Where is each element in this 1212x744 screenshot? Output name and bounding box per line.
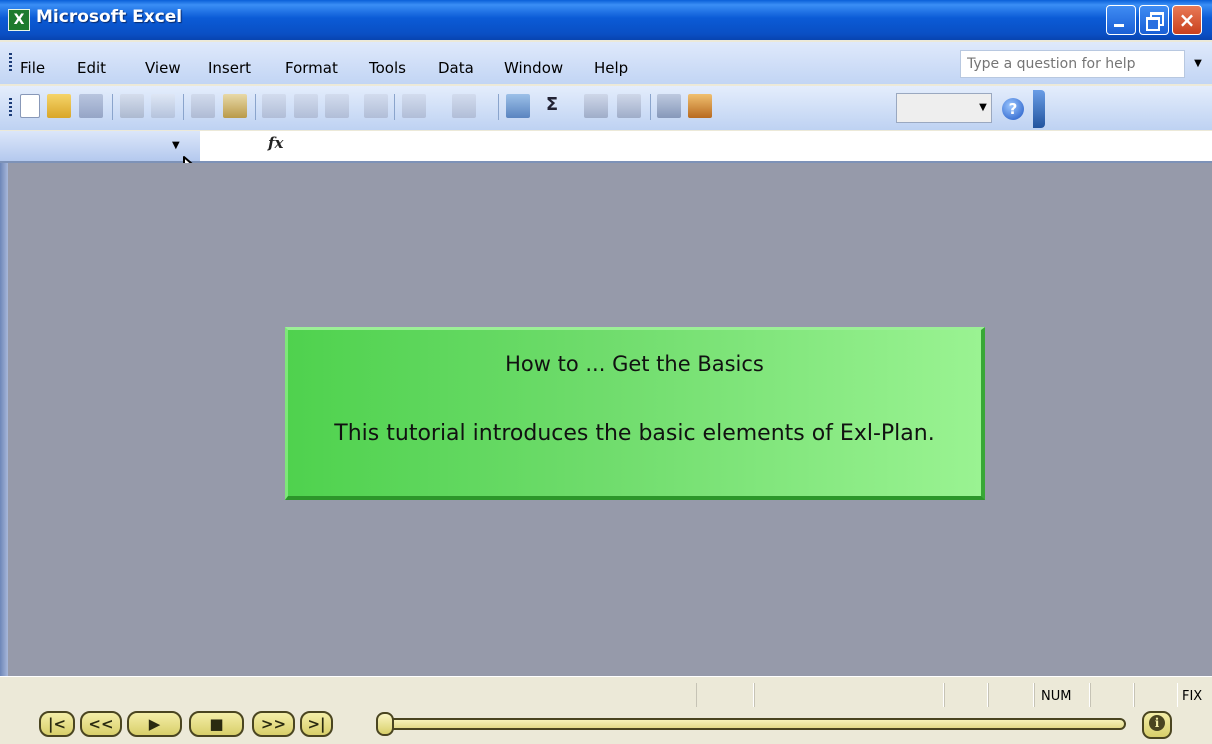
toolbar-grip-icon[interactable]: [9, 98, 12, 116]
skip-to-end-button[interactable]: >|: [300, 711, 333, 737]
close-button[interactable]: ×: [1172, 5, 1202, 35]
toolbar-separator: [650, 94, 651, 120]
toolbar-separator: [498, 94, 499, 120]
help-dropdown-icon[interactable]: ▼: [1188, 50, 1208, 78]
insert-function-icon[interactable]: fx: [268, 134, 283, 152]
skip-to-start-button[interactable]: |<: [39, 711, 75, 737]
status-cell: [988, 683, 1034, 707]
chart-wizard-icon[interactable]: [657, 94, 681, 118]
name-box[interactable]: [0, 131, 200, 161]
format-painter-icon[interactable]: [364, 94, 388, 118]
menu-format[interactable]: Format: [285, 59, 338, 77]
seek-slider-handle[interactable]: [376, 712, 394, 736]
menu-tools[interactable]: Tools: [369, 59, 406, 77]
toolbar-separator: [394, 94, 395, 120]
status-cell: [1134, 683, 1178, 707]
menu-window[interactable]: Window: [504, 59, 563, 77]
save-icon[interactable]: [79, 94, 103, 118]
name-box-dropdown-icon[interactable]: ▼: [172, 140, 180, 151]
sort-descending-icon[interactable]: [617, 94, 641, 118]
menu-file[interactable]: File: [20, 59, 45, 77]
menu-insert[interactable]: Insert: [208, 59, 251, 77]
tutorial-banner: How to ... Get the Basics This tutorial …: [285, 327, 985, 500]
sort-ascending-icon[interactable]: [584, 94, 608, 118]
seek-slider[interactable]: [378, 718, 1126, 730]
stop-button[interactable]: ■: [189, 711, 244, 737]
open-folder-icon[interactable]: [47, 94, 71, 118]
status-fix: FIX: [1182, 689, 1203, 704]
copy-icon[interactable]: [294, 94, 318, 118]
menu-data[interactable]: Data: [438, 59, 474, 77]
drawing-icon[interactable]: [688, 94, 712, 118]
menu-bar-grip-icon[interactable]: [9, 53, 12, 71]
autosum-icon[interactable]: Σ: [540, 94, 564, 118]
new-document-icon[interactable]: [20, 94, 40, 118]
zoom-dropdown-icon[interactable]: ▼: [976, 95, 990, 121]
status-cell: [1090, 683, 1134, 707]
info-icon: i: [1149, 715, 1165, 731]
toolbar-separator: [112, 94, 113, 120]
menu-view[interactable]: View: [145, 59, 181, 77]
window-title: Microsoft Excel: [36, 7, 183, 27]
toolbar-separator: [183, 94, 184, 120]
paste-icon[interactable]: [325, 94, 349, 118]
status-cell: [944, 683, 988, 707]
info-button[interactable]: i: [1142, 711, 1172, 739]
cut-icon[interactable]: [262, 94, 286, 118]
status-num: NUM: [1041, 689, 1072, 704]
tutorial-title: How to ... Get the Basics: [505, 352, 764, 376]
help-question-input[interactable]: [960, 50, 1185, 78]
close-icon: ×: [1178, 8, 1196, 32]
insert-hyperlink-icon[interactable]: [506, 94, 530, 118]
undo-icon[interactable]: [402, 94, 426, 118]
print-icon[interactable]: [120, 94, 144, 118]
excel-app-icon[interactable]: X: [8, 9, 30, 31]
tutorial-description: This tutorial introduces the basic eleme…: [334, 421, 935, 446]
workspace-border: [0, 163, 8, 676]
status-cell: [696, 683, 754, 707]
research-icon[interactable]: [223, 94, 247, 118]
toolbar-separator: [255, 94, 256, 120]
menu-edit[interactable]: Edit: [77, 59, 106, 77]
status-cell: [754, 683, 944, 707]
restore-button[interactable]: [1139, 5, 1169, 35]
play-button[interactable]: ▶: [127, 711, 182, 737]
toolbar-options-icon[interactable]: [1033, 90, 1045, 128]
menu-help[interactable]: Help: [594, 59, 628, 77]
redo-icon[interactable]: [452, 94, 476, 118]
minimize-button[interactable]: [1106, 5, 1136, 35]
spelling-icon[interactable]: [191, 94, 215, 118]
help-icon[interactable]: ?: [1002, 98, 1024, 120]
rewind-button[interactable]: <<: [80, 711, 122, 737]
print-preview-icon[interactable]: [151, 94, 175, 118]
fast-forward-button[interactable]: >>: [252, 711, 295, 737]
